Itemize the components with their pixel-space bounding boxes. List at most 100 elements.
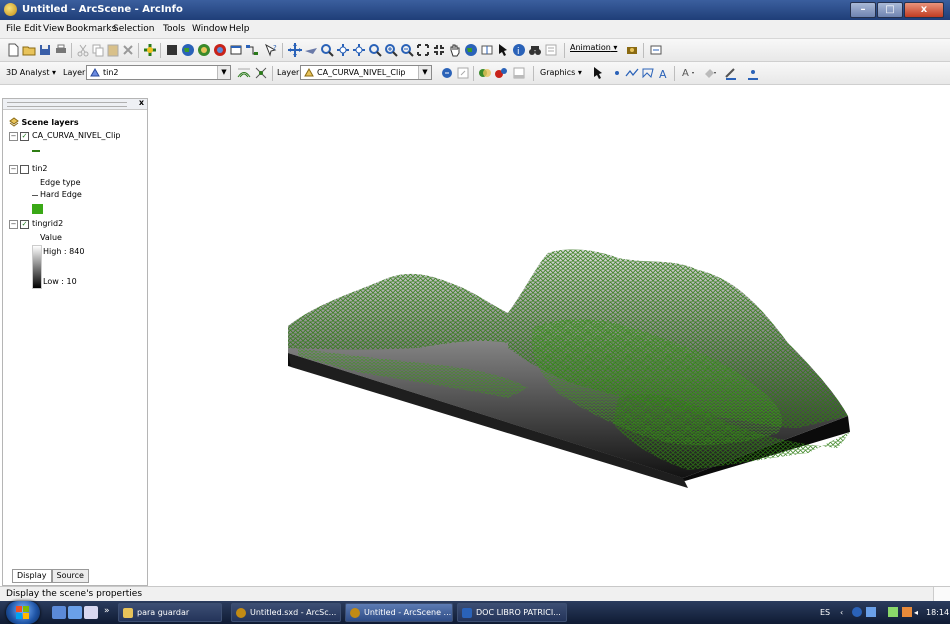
model-builder-icon[interactable] [244,42,260,58]
scene-properties-icon[interactable] [164,42,180,58]
zoom-in-icon[interactable] [383,42,399,58]
expander-icon[interactable]: − [9,165,18,174]
open-icon[interactable] [21,42,37,58]
layer-dropdown-2[interactable]: CA_CURVA_NIVEL_Clip ▼ [300,65,432,80]
marker-color-icon[interactable] [746,65,762,81]
tray-antivirus-icon[interactable] [888,607,898,617]
maximize-button[interactable]: □ [877,2,903,18]
quicklaunch-overflow-icon[interactable]: » [104,606,110,616]
point-icon[interactable] [609,65,625,81]
contour-icon[interactable] [236,65,252,81]
menu-tools[interactable]: Tools [163,24,185,34]
zoom-to-target-icon[interactable] [335,42,351,58]
minimize-button[interactable]: – [850,2,876,18]
arctoolbox-icon[interactable] [196,42,212,58]
window-icon[interactable] [228,42,244,58]
tab-display[interactable]: Display [12,569,52,583]
start-button[interactable] [6,601,40,624]
layer-visibility-checkbox[interactable]: ✓ [20,220,29,229]
toc-grip-icon[interactable] [7,102,127,107]
menu-view[interactable]: View [43,24,64,34]
effects-icon[interactable] [493,65,509,81]
ie-icon[interactable] [68,606,82,619]
identify-icon[interactable]: i [511,42,527,58]
print-icon[interactable] [53,42,69,58]
tray-update-icon[interactable] [902,607,912,617]
set-observer-icon[interactable] [367,42,383,58]
target-icon[interactable] [319,42,335,58]
toc-close-icon[interactable]: x [139,98,144,107]
animation-menu-button[interactable]: Animation ▾ [570,43,617,52]
animation-controls-icon[interactable] [648,42,664,58]
scene-view[interactable] [148,98,950,586]
fly-icon[interactable] [303,42,319,58]
graphics-menu-button[interactable]: Graphics ▾ [540,68,582,77]
taskbar-item-word-doc[interactable]: DOC LIBRO PATRICI... [457,603,567,622]
menu-selection[interactable]: Selection [113,24,154,34]
find-icon[interactable] [527,42,543,58]
volume-icon[interactable]: ◂ [914,608,918,617]
sketch-icon[interactable] [455,65,471,81]
delete-icon[interactable] [120,42,136,58]
polygon-icon[interactable] [640,65,656,81]
measure-icon[interactable] [543,42,559,58]
pan-icon[interactable] [447,42,463,58]
terrain-3d-render[interactable] [148,98,950,586]
chevron-down-icon[interactable]: ▼ [418,66,431,79]
toc-title-bar[interactable]: x [3,98,147,110]
globe-icon[interactable] [180,42,196,58]
whats-this-icon[interactable]: ? [263,42,279,58]
new-icon[interactable] [5,42,21,58]
language-indicator[interactable]: ES [820,608,830,617]
menu-edit[interactable]: Edit [24,24,41,34]
center-on-target-icon[interactable] [351,42,367,58]
menu-bookmarks[interactable]: Bookmarks [66,24,116,34]
cut-icon[interactable] [75,42,91,58]
layer-name-tingrid2[interactable]: tingrid2 [32,219,63,228]
line-color-icon[interactable] [724,65,740,81]
layer-visibility-checkbox[interactable]: ✓ [20,132,29,141]
menu-help[interactable]: Help [229,24,250,34]
tab-source[interactable]: Source [51,569,89,583]
select-elements-icon[interactable] [590,65,606,81]
add-data-icon[interactable] [142,42,158,58]
menu-window[interactable]: Window [192,24,228,34]
edit-tool-icon[interactable] [439,65,455,81]
command-line-icon[interactable] [212,42,228,58]
explorer-icon[interactable] [84,606,98,619]
fill-color-icon[interactable] [702,65,718,81]
tray-app-icon[interactable] [852,607,862,617]
menu-file[interactable]: File [6,24,21,34]
layer-visibility-checkbox[interactable] [20,165,29,174]
copy-icon[interactable] [90,42,106,58]
capture-view-icon[interactable] [624,42,640,58]
fixed-zoom-in-icon[interactable] [415,42,431,58]
navigate-icon[interactable] [287,42,303,58]
fixed-zoom-out-icon[interactable] [431,42,447,58]
tray-network-icon[interactable] [866,607,876,617]
zoom-out-icon[interactable] [399,42,415,58]
swipe-icon[interactable] [511,65,527,81]
save-icon[interactable] [37,42,53,58]
line-icon[interactable] [624,65,640,81]
taskbar-item-arcscene[interactable]: Untitled - ArcScene ... [345,603,453,622]
layer-dropdown[interactable]: tin2 ▼ [86,65,231,80]
layer-name-ca-curva[interactable]: CA_CURVA_NIVEL_Clip [32,131,121,140]
full-extent-icon[interactable] [463,42,479,58]
scene-layers-row[interactable]: Scene layers [9,117,79,129]
arcscene-app-icon[interactable] [4,3,17,16]
clock[interactable]: 18:14 [926,608,949,617]
taskbar-item-arcscene-sxd[interactable]: Untitled.sxd - ArcSc... [231,603,341,622]
font-color-icon[interactable]: A [680,65,696,81]
layer-style-icon[interactable] [477,65,493,81]
layer-properties-icon[interactable] [479,42,495,58]
expander-icon[interactable]: − [9,220,18,229]
show-desktop-icon[interactable] [52,606,66,619]
expander-icon[interactable]: − [9,132,18,141]
3d-analyst-menu-button[interactable]: 3D Analyst ▾ [6,68,56,77]
layer-name-tin2[interactable]: tin2 [32,164,48,173]
chevron-down-icon[interactable]: ▼ [217,66,230,79]
steepest-path-icon[interactable] [253,65,269,81]
taskbar-item-para-guardar[interactable]: para guardar [118,603,222,622]
text-icon[interactable]: A [656,65,672,81]
